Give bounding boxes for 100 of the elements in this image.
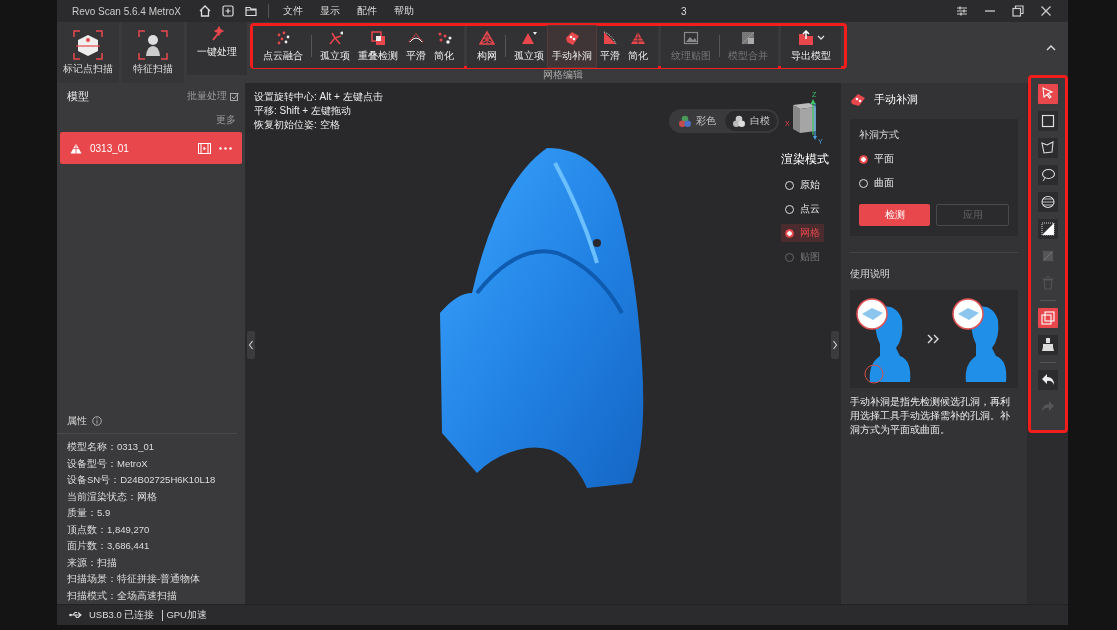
- property-text: 设备SN号：D24B02725H6K10L18: [66, 473, 217, 487]
- rectangle-select-icon: [1039, 112, 1057, 130]
- radio-button[interactable]: 曲面: [859, 174, 894, 192]
- film-icon[interactable]: [198, 142, 211, 154]
- mesh-triangle-icon: [630, 29, 646, 46]
- property-text: 顶点数：1,849,270: [66, 522, 151, 537]
- help-text: 手动补洞是指先检测候选孔洞，再利用选择工具手动选择需补的孔洞。补洞方式为平面或曲面。: [850, 395, 1011, 437]
- sphere-tool-button[interactable]: [1038, 192, 1058, 212]
- info-icon: [92, 416, 102, 426]
- menu-item[interactable]: 显示: [319, 4, 340, 18]
- smooth-triangle-icon: [602, 29, 618, 46]
- cursor-tool-button[interactable]: [1038, 84, 1058, 104]
- toolbar-button[interactable]: 简化: [430, 25, 458, 67]
- toolbar-button[interactable]: 手动补洞: [548, 25, 596, 67]
- y-axis-arrow: [813, 101, 817, 141]
- group-label: 网格编辑: [541, 69, 584, 81]
- property-text: 来源：扫描: [66, 555, 118, 570]
- scanner-frame-icon: [137, 29, 169, 61]
- plus-square-icon[interactable]: [221, 5, 234, 17]
- patch-icon: [850, 92, 866, 107]
- folder-icon[interactable]: [244, 5, 257, 17]
- window-title: Revo Scan 5.6.4 MetroX: [72, 5, 181, 17]
- sliders-icon[interactable]: [956, 5, 968, 17]
- batch-process-button[interactable]: 批量处理: [187, 90, 239, 103]
- scan-mode-button[interactable]: 特征扫描: [122, 22, 184, 83]
- three-circles-icon: [678, 114, 692, 128]
- patch-icon: [564, 29, 580, 46]
- polygon-select-tool-button[interactable]: [1038, 138, 1058, 158]
- toolbar-button[interactable]: 简化: [624, 25, 652, 67]
- rectangle-select-tool-button[interactable]: [1038, 111, 1058, 131]
- toolbar-button[interactable]: 点云融合: [259, 25, 307, 67]
- export-folder-icon: [797, 29, 814, 46]
- more-dots-icon[interactable]: [219, 146, 232, 150]
- shortcut-hint: 恢复初始位姿: 空格: [254, 118, 341, 131]
- three-circles-icon: [732, 114, 746, 128]
- copy-icon: [1039, 309, 1057, 327]
- checkbox-icon: [230, 92, 239, 101]
- radio-button[interactable]: 平面: [859, 150, 894, 168]
- double-chevron-icon: [927, 334, 941, 344]
- property-text: 扫描模式：全场高速扫描: [66, 588, 178, 603]
- gpu-status: GPU加速: [166, 608, 207, 622]
- section-title: 使用说明: [850, 267, 891, 281]
- model-list-item[interactable]: 0313_01: [60, 132, 242, 164]
- shortcut-hint: 设置旋转中心: Alt + 左键点击: [254, 90, 383, 103]
- expand-left-icon[interactable]: [247, 331, 255, 359]
- property-text: 面片数：3,686,441: [66, 539, 151, 553]
- overlap-squares-icon: [370, 29, 386, 46]
- triangle-icon: [521, 29, 537, 46]
- section-title: 补洞方式: [859, 129, 899, 142]
- point-cloud-icon: [275, 29, 291, 46]
- toolbar-button[interactable]: 重叠检测: [354, 25, 402, 67]
- render-mode-title: 渲染模式: [781, 151, 829, 168]
- property-text: 设备型号：MetroX: [66, 456, 149, 471]
- brush-icon: [1039, 336, 1057, 354]
- connection-status: USB3.0 已连接: [89, 608, 155, 622]
- sphere-icon: [1039, 193, 1057, 211]
- render-mode-radio[interactable]: 点云: [781, 200, 824, 218]
- merge-icon: [740, 29, 756, 46]
- magic-wand-icon: [209, 25, 225, 42]
- shortcut-hint: 平移: Shift + 左键拖动: [254, 104, 352, 117]
- model-name: 0313_01: [90, 142, 130, 154]
- mesh-triangle-icon: [70, 142, 82, 154]
- node-graph-icon: [327, 29, 343, 46]
- image-icon: [683, 29, 699, 46]
- lasso-icon: [1039, 166, 1057, 184]
- toolbar-button[interactable]: 平滑: [596, 25, 624, 67]
- property-text: 当前渲染状态：网格: [66, 489, 158, 504]
- collapse-caret-icon[interactable]: [1046, 44, 1056, 51]
- toolbar-button[interactable]: 构网: [473, 25, 501, 67]
- toolbar-button[interactable]: 孤立项: [316, 25, 354, 67]
- mesh-triangle-icon: [479, 29, 495, 46]
- invert-selection-icon: [1039, 220, 1057, 238]
- properties-title: 属性: [67, 414, 87, 428]
- action-button[interactable]: 检测: [859, 204, 930, 226]
- scanner-frame-icon: [72, 29, 104, 61]
- toolbar-button[interactable]: 孤立项: [510, 25, 548, 67]
- polygon-select-icon: [1039, 139, 1057, 157]
- invert-selection-tool-button[interactable]: [1038, 219, 1058, 239]
- panel-title: 手动补洞: [874, 92, 918, 107]
- brush-tool-button[interactable]: [1038, 335, 1058, 355]
- menu-item[interactable]: 文件: [282, 4, 303, 18]
- property-text: 质量：5.9: [66, 506, 112, 520]
- copy-tool-button[interactable]: [1038, 308, 1058, 328]
- restore-icon[interactable]: [1012, 5, 1024, 17]
- menu-item[interactable]: 帮助: [393, 4, 414, 18]
- undo-tool-button[interactable]: [1038, 370, 1058, 390]
- home-icon[interactable]: [198, 5, 211, 17]
- expand-right-icon[interactable]: [831, 331, 839, 359]
- lasso-tool-button[interactable]: [1038, 165, 1058, 185]
- property-text: 扫描场景：特征拼接-普通物体: [66, 572, 202, 586]
- color-mode-button[interactable]: 白模: [725, 111, 777, 131]
- menu-item[interactable]: 配件: [356, 4, 377, 18]
- scan-mode-button[interactable]: 标记点扫描: [57, 22, 119, 83]
- more-link[interactable]: 更多: [216, 114, 236, 127]
- toolbar-button[interactable]: 平滑: [402, 25, 430, 67]
- usb-icon: [69, 611, 83, 619]
- color-mode-button[interactable]: 彩色: [671, 111, 723, 131]
- z-axis-arrow: [810, 99, 816, 135]
- render-mode-radio[interactable]: 原始: [781, 176, 824, 194]
- close-icon[interactable]: [1040, 5, 1052, 17]
